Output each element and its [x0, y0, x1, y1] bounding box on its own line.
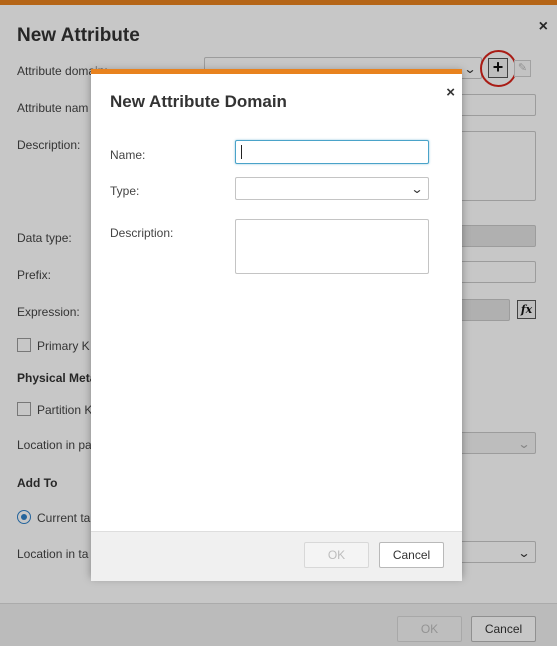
description-textarea[interactable] [235, 219, 429, 274]
text-caret [241, 145, 242, 159]
modal-title: New Attribute Domain [110, 92, 287, 111]
type-select[interactable]: ⌄ [235, 177, 429, 200]
cancel-button[interactable]: Cancel [379, 542, 444, 568]
close-icon[interactable]: × [446, 84, 455, 101]
new-attribute-domain-dialog: New Attribute Domain × Name: Type: ⌄ Des… [91, 69, 462, 581]
description-label: Description: [110, 226, 174, 240]
name-input[interactable] [235, 140, 429, 164]
modal-footer: OK Cancel [91, 531, 462, 581]
ok-button[interactable]: OK [304, 542, 369, 568]
type-label: Type: [110, 184, 140, 198]
chevron-down-icon: ⌄ [410, 182, 424, 196]
name-label: Name: [110, 148, 146, 162]
